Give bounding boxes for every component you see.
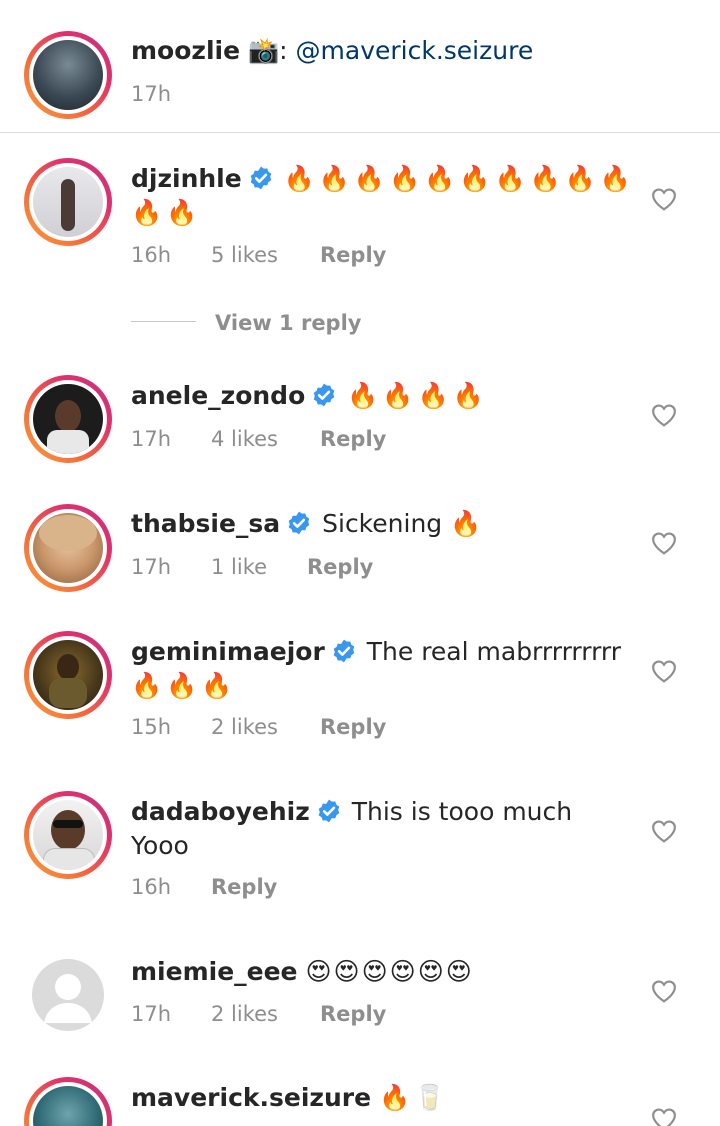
reply-button[interactable]: Reply <box>320 427 386 451</box>
comment-time: 16h <box>131 875 172 899</box>
reply-button[interactable]: Reply <box>320 715 386 739</box>
comment-row: thabsie_sa Sickening 🔥 17h 1 like Reply <box>0 483 720 613</box>
heart-outline-icon[interactable] <box>651 531 677 555</box>
comment-row: djzinhle 🔥🔥🔥🔥🔥🔥🔥🔥🔥🔥 🔥🔥 16h 5 likes Reply V… <box>0 133 720 353</box>
caption-separator: : <box>279 36 288 65</box>
default-avatar-icon[interactable] <box>32 959 104 1031</box>
reply-button[interactable]: Reply <box>211 875 277 899</box>
comment-text: 😍😍😍😍😍😍 <box>305 957 474 986</box>
avatar-thabsie-sa[interactable] <box>24 504 112 592</box>
comment-likes[interactable]: 4 likes <box>211 427 320 451</box>
comment-row: geminimaejor The real mabrrrrrrrrr 🔥🔥🔥 1… <box>0 613 720 773</box>
comment-username[interactable]: dadaboyehiz <box>131 797 310 826</box>
comment-text-line2: 🔥🔥 <box>131 198 202 227</box>
comment-time: 15h <box>131 715 172 739</box>
comment-username[interactable]: miemie_eee <box>131 957 298 986</box>
comment-row: anele_zondo 🔥🔥🔥🔥 17h 4 likes Reply <box>0 353 720 483</box>
comment-username[interactable]: maverick.seizure <box>131 1083 371 1112</box>
comment-likes[interactable]: 5 likes <box>211 243 320 267</box>
reply-button[interactable]: Reply <box>320 1002 386 1026</box>
caption-username[interactable]: moozlie <box>131 36 240 65</box>
comment-text: The real mabrrrrrrrrr <box>366 637 622 666</box>
caption-mention-link[interactable]: @maverick.seizure <box>296 36 534 65</box>
verified-badge-icon <box>288 511 310 535</box>
comment-likes[interactable]: 2 likes <box>211 1002 320 1026</box>
avatar-dadaboyehiz[interactable] <box>24 791 112 879</box>
camera-emoji: 📸 <box>248 36 280 65</box>
comment-text: 🔥🔥🔥🔥🔥🔥🔥🔥🔥🔥 <box>283 164 635 193</box>
reply-button[interactable]: Reply <box>307 555 373 579</box>
comment-text: This is tooo much <box>351 797 573 826</box>
heart-outline-icon[interactable] <box>651 659 677 683</box>
comment-row: maverick.seizure 🔥🥛 <box>0 1063 720 1126</box>
comment-row: dadaboyehiz This is tooo much Yooo 16h Re… <box>0 773 720 933</box>
comment-text: 🔥🔥🔥🔥 <box>347 381 488 410</box>
verified-badge-icon <box>318 799 340 823</box>
comment-likes[interactable]: 2 likes <box>211 715 320 739</box>
comment-username[interactable]: anele_zondo <box>131 381 305 410</box>
avatar-moozlie[interactable] <box>24 31 112 119</box>
verified-badge-icon <box>333 639 355 663</box>
caption-time: 17h <box>131 82 172 106</box>
heart-outline-icon[interactable] <box>651 819 677 843</box>
comment-row: miemie_eee 😍😍😍😍😍😍 17h 2 likes Reply <box>0 933 720 1063</box>
comment-time: 17h <box>131 1002 172 1026</box>
avatar-djzinhle[interactable] <box>24 158 112 246</box>
heart-outline-icon[interactable] <box>651 979 677 1003</box>
view-replies-button[interactable]: View 1 reply <box>215 311 361 335</box>
comment-text-line2: Yooo <box>131 831 189 860</box>
avatar-anele-zondo[interactable] <box>24 375 112 463</box>
comment-text: Sickening 🔥 <box>322 509 482 538</box>
heart-outline-icon[interactable] <box>651 1107 677 1126</box>
caption-row: moozlie 📸: @maverick.seizure 17h <box>0 0 720 132</box>
comment-time: 17h <box>131 555 172 579</box>
comment-time: 16h <box>131 243 172 267</box>
heart-outline-icon[interactable] <box>651 187 677 211</box>
comment-time: 17h <box>131 427 172 451</box>
avatar-maverick-seizure[interactable] <box>24 1077 112 1126</box>
heart-outline-icon[interactable] <box>651 403 677 427</box>
comment-username[interactable]: thabsie_sa <box>131 509 280 538</box>
comment-username[interactable]: djzinhle <box>131 164 242 193</box>
verified-badge-icon <box>313 383 335 407</box>
verified-badge-icon <box>250 166 272 190</box>
view-replies-line <box>131 321 196 322</box>
reply-button[interactable]: Reply <box>320 243 386 267</box>
avatar-geminimaejor[interactable] <box>24 631 112 719</box>
comment-text-line2: 🔥🔥🔥 <box>131 671 237 700</box>
comment-likes[interactable]: 1 like <box>211 555 307 579</box>
comment-text: 🔥🥛 <box>379 1083 450 1112</box>
comment-username[interactable]: geminimaejor <box>131 637 325 666</box>
